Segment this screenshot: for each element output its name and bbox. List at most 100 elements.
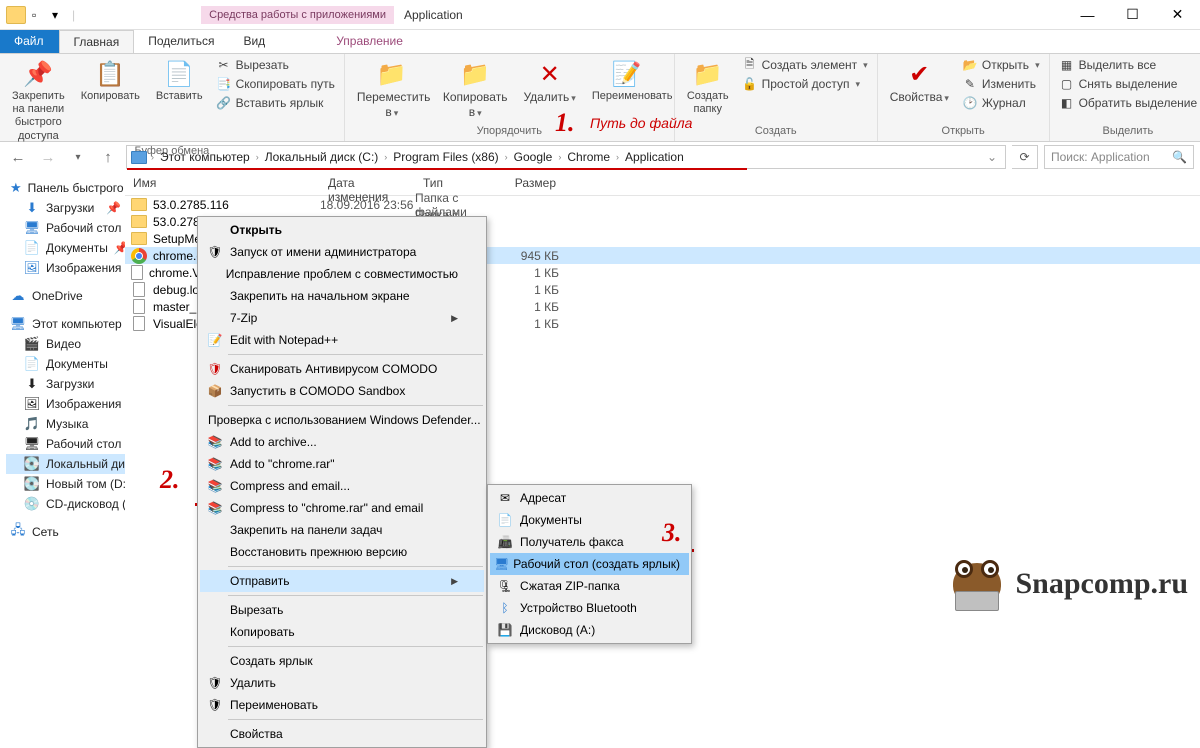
tab-view[interactable]: Вид	[229, 30, 280, 53]
ctx-shortcut[interactable]: Создать ярлык	[200, 650, 484, 672]
ctx-7zip[interactable]: 7-Zip▶	[200, 307, 484, 329]
crumb-pc[interactable]: Этот компьютер	[158, 150, 252, 164]
file-size: 1 КБ	[505, 283, 565, 297]
open-button[interactable]: 📂Открыть▾	[959, 56, 1043, 74]
maximize-button[interactable]: ☐	[1110, 0, 1155, 30]
cut-button[interactable]: ✂Вырезать	[213, 56, 338, 74]
nav-forward-button[interactable]: →	[36, 145, 60, 169]
history-button[interactable]: 🕑Журнал	[959, 94, 1043, 112]
refresh-button[interactable]: ⟳	[1012, 145, 1038, 169]
crumb-app[interactable]: Application	[623, 150, 686, 164]
nav-pictures[interactable]: 🖼Изображения📌	[6, 258, 125, 278]
sendto-documents[interactable]: 📄Документы	[490, 509, 689, 531]
pin-quick-access-button[interactable]: 📌Закрепить на панели быстрого доступа	[6, 56, 71, 145]
paste-shortcut-button[interactable]: 🔗Вставить ярлык	[213, 94, 338, 112]
crumb-pf[interactable]: Program Files (x86)	[391, 150, 500, 164]
delete-button[interactable]: ✕Удалить▾	[517, 56, 581, 107]
crumb-chrome[interactable]: Chrome	[565, 150, 612, 164]
tab-manage[interactable]: Управление	[322, 30, 418, 53]
zip-icon: 🗜	[494, 579, 516, 593]
nav-e-drive[interactable]: 💿CD-дисковод (E:)	[6, 494, 125, 514]
sendto-bluetooth[interactable]: ᛒУстройство Bluetooth	[490, 597, 689, 619]
nav-network[interactable]: 🖧Сеть	[6, 522, 125, 542]
tab-file[interactable]: Файл	[0, 30, 59, 53]
rename-button[interactable]: 📝Переименовать	[586, 56, 668, 105]
ctx-comodo-sandbox[interactable]: 📦Запустить в COMODO Sandbox	[200, 380, 484, 402]
pin-icon: 📌	[22, 58, 54, 90]
ctx-open[interactable]: Открыть	[200, 219, 484, 241]
copy-to-button[interactable]: 📁Копировать в▾	[437, 56, 514, 122]
nav-back-button[interactable]: ←	[6, 145, 30, 169]
nav-desktop[interactable]: 🖥Рабочий стол📌	[6, 218, 125, 238]
select-all-button[interactable]: ▦Выделить все	[1056, 56, 1200, 74]
copy-path-button[interactable]: 📑Скопировать путь	[213, 75, 338, 93]
nav-recent-button[interactable]: ▾	[66, 145, 90, 169]
search-input[interactable]: Поиск: Application 🔍	[1044, 145, 1194, 169]
sendto-recipient[interactable]: ✉Адресат	[490, 487, 689, 509]
ctx-run-as-admin[interactable]: 🛡Запуск от имени администратора	[200, 241, 484, 263]
sendto-zip[interactable]: 🗜Сжатая ZIP-папка	[490, 575, 689, 597]
ctx-compress-rar-email[interactable]: 📚Compress to "chrome.rar" and email	[200, 497, 484, 519]
nav-quick-access[interactable]: ★Панель быстрого дс	[6, 178, 125, 198]
ctx-comodo-scan[interactable]: 🛡Сканировать Антивирусом COMODO	[200, 358, 484, 380]
ctx-cut[interactable]: Вырезать	[200, 599, 484, 621]
file-size: 1 КБ	[505, 300, 565, 314]
minimize-button[interactable]: —	[1065, 0, 1110, 30]
nav-documents-2[interactable]: 📄Документы	[6, 354, 125, 374]
ctx-delete[interactable]: 🛡Удалить	[200, 672, 484, 694]
nav-c-drive[interactable]: 💽Локальный диск (C:)	[6, 454, 125, 474]
ctx-copy[interactable]: Копировать	[200, 621, 484, 643]
ctx-defender[interactable]: Проверка с использованием Windows Defend…	[200, 409, 484, 431]
nav-music[interactable]: 🎵Музыка	[6, 414, 125, 434]
chevron-right-icon[interactable]: ›	[149, 152, 156, 162]
ctx-send-to[interactable]: Отправить▶	[200, 570, 484, 592]
breadcrumb[interactable]: › Этот компьютер› Локальный диск (C:)› P…	[126, 145, 1006, 169]
ctx-add-archive[interactable]: 📚Add to archive...	[200, 431, 484, 453]
new-item-button[interactable]: 🗎Создать элемент▾	[739, 56, 871, 74]
chevron-down-icon[interactable]: ⌄	[987, 150, 1001, 164]
ctx-restore[interactable]: Восстановить прежнюю версию	[200, 541, 484, 563]
column-size[interactable]: Размер	[505, 172, 565, 195]
edit-button[interactable]: ✎Изменить	[959, 75, 1043, 93]
move-to-button[interactable]: 📁Переместить в▾	[351, 56, 433, 122]
nav-pictures-2[interactable]: 🖼Изображения	[6, 394, 125, 414]
properties-button[interactable]: ✔Свойства▾	[884, 56, 955, 107]
select-none-button[interactable]: ▢Снять выделение	[1056, 75, 1200, 93]
ctx-add-rar[interactable]: 📚Add to "chrome.rar"	[200, 453, 484, 475]
ctx-notepad[interactable]: 📝Edit with Notepad++	[200, 329, 484, 351]
column-name[interactable]: Имя	[125, 172, 320, 195]
ctx-pin-taskbar[interactable]: Закрепить на панели задач	[200, 519, 484, 541]
paste-button[interactable]: 📄Вставить	[150, 56, 209, 105]
ctx-pin-start[interactable]: Закрепить на начальном экране	[200, 285, 484, 307]
nav-downloads[interactable]: ⬇Загрузки📌	[6, 198, 125, 218]
qat-dropdown-icon[interactable]: ▾	[52, 8, 66, 22]
tab-home[interactable]: Главная	[59, 30, 135, 53]
copy-button[interactable]: 📋Копировать	[75, 56, 146, 105]
annotation-number-3: 3.	[662, 518, 682, 548]
nav-this-pc[interactable]: 🖥Этот компьютер	[6, 314, 125, 334]
qat-item-icon[interactable]: ▫	[32, 8, 46, 22]
column-date[interactable]: Дата изменения	[320, 172, 415, 195]
sendto-floppy[interactable]: 💾Дисковод (A:)	[490, 619, 689, 641]
nav-downloads-2[interactable]: ⬇Загрузки	[6, 374, 125, 394]
sendto-desktop-shortcut[interactable]: 🖥Рабочий стол (создать ярлык)	[490, 553, 689, 575]
nav-onedrive[interactable]: ☁OneDrive	[6, 286, 125, 306]
invert-selection-button[interactable]: ◧Обратить выделение	[1056, 94, 1200, 112]
ctx-properties[interactable]: Свойства	[200, 723, 484, 745]
easy-access-button[interactable]: 🔓Простой доступ▾	[739, 75, 871, 93]
sendto-fax[interactable]: 📠Получатель факса	[490, 531, 689, 553]
close-button[interactable]: ✕	[1155, 0, 1200, 30]
nav-video[interactable]: 🎬Видео	[6, 334, 125, 354]
ctx-compress-email[interactable]: 📚Compress and email...	[200, 475, 484, 497]
new-folder-button[interactable]: 📁Создать папку	[681, 56, 735, 118]
ctx-rename[interactable]: 🛡Переименовать	[200, 694, 484, 716]
crumb-disk[interactable]: Локальный диск (C:)	[263, 150, 381, 164]
nav-desktop-2[interactable]: 🖥Рабочий стол	[6, 434, 125, 454]
tab-share[interactable]: Поделиться	[134, 30, 229, 53]
file-row[interactable]: 53.0.2785.11618.09.2016 23:56Папка с фай…	[125, 196, 1200, 213]
ctx-compat[interactable]: Исправление проблем с совместимостью	[200, 263, 484, 285]
nav-up-button[interactable]: ↑	[96, 145, 120, 169]
crumb-google[interactable]: Google	[512, 150, 555, 164]
nav-documents[interactable]: 📄Документы📌	[6, 238, 125, 258]
nav-d-drive[interactable]: 💽Новый том (D:)	[6, 474, 125, 494]
